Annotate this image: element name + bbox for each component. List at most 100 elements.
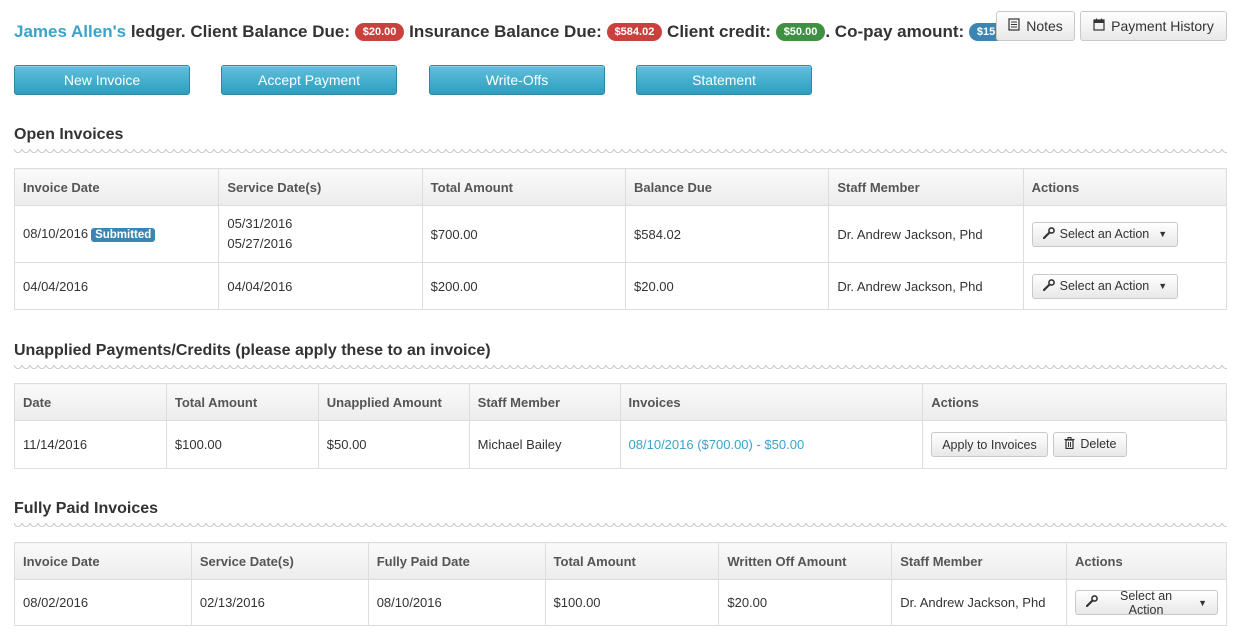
column-header[interactable]: Fully Paid Date: [367, 542, 546, 580]
notes-icon: [1008, 18, 1020, 34]
delete-button[interactable]: Delete: [1053, 431, 1128, 457]
fully-paid-title: Fully Paid Invoices: [14, 500, 159, 517]
section-divider: [14, 149, 1227, 155]
service-dates-cell: 04/04/2016: [218, 262, 423, 310]
caret-down-icon: ▼: [1158, 281, 1168, 291]
ledger-header: James Allen's ledger. Client Balance Due…: [14, 20, 1019, 46]
section-divider: [14, 523, 1227, 529]
wrench-icon: [1042, 226, 1055, 242]
fully-paid-table: Invoice Date Service Date(s) Fully Paid …: [14, 542, 1227, 626]
delete-label: Delete: [1080, 437, 1117, 452]
column-header[interactable]: Staff Member: [468, 383, 621, 421]
column-header: Actions: [1022, 168, 1228, 206]
open-invoices-table: Invoice Date Service Date(s) Total Amoun…: [13, 168, 1228, 310]
column-header[interactable]: Service Date(s): [218, 168, 423, 206]
client-balance-badge: $20.00: [354, 23, 405, 41]
select-action-label: Select an Action: [1059, 279, 1150, 293]
section-divider: [14, 365, 1227, 371]
history-label: Payment History: [1111, 18, 1214, 34]
select-action-button[interactable]: Select an Action ▼: [1031, 273, 1179, 299]
invoice-link[interactable]: 08/10/2016 ($700.00) - $50.00: [629, 437, 805, 452]
column-header[interactable]: Written Off Amount: [718, 542, 893, 580]
trash-icon: [1064, 436, 1075, 452]
balance-due-cell: $20.00: [624, 262, 830, 310]
staff-member-cell: Dr. Andrew Jackson, Phd: [828, 205, 1024, 263]
service-date: 05/31/2016: [227, 216, 293, 231]
total-amount-cell: $100.00: [165, 420, 319, 469]
table-header-row: Invoice Date Service Date(s) Total Amoun…: [13, 168, 1228, 206]
fully-paid-date-cell: 08/10/2016: [367, 579, 546, 626]
total-amount-cell: $200.00: [421, 262, 627, 310]
column-header[interactable]: Staff Member: [891, 542, 1068, 580]
select-action-button[interactable]: Select an Action ▼: [1031, 221, 1179, 247]
copay-label: . Co-pay amount:: [825, 22, 969, 41]
notes-button[interactable]: Notes: [996, 11, 1075, 41]
actions-cell: Select an Action ▼: [1022, 262, 1228, 310]
column-header[interactable]: Total Amount: [165, 383, 319, 421]
caret-down-icon: ▼: [1198, 597, 1207, 608]
invoice-date: 08/10/2016: [23, 226, 89, 241]
invoice-date-cell: 08/02/2016: [14, 579, 192, 626]
total-amount-cell: $100.00: [544, 579, 720, 626]
apply-to-invoices-button[interactable]: Apply to Invoices: [931, 432, 1048, 458]
wrench-icon: [1042, 278, 1055, 294]
statement-button[interactable]: Statement: [636, 65, 812, 95]
column-header[interactable]: Invoices: [619, 383, 924, 421]
client-name-link[interactable]: James Allen's: [14, 22, 126, 41]
table-header-row: Invoice Date Service Date(s) Fully Paid …: [14, 542, 1227, 580]
table-row: 04/04/2016 04/04/2016 $200.00 $20.00 Dr.…: [13, 262, 1228, 310]
accept-payment-button[interactable]: Accept Payment: [221, 65, 397, 95]
open-invoices-title: Open Invoices: [14, 126, 124, 143]
ledger-label: ledger. Client Balance Due:: [126, 22, 355, 41]
unapplied-title: Unapplied Payments/Credits (please apply…: [14, 342, 491, 359]
table-row: 08/10/2016 Submitted 05/31/2016 05/27/2016…: [13, 205, 1228, 263]
written-off-cell: $20.00: [718, 579, 893, 626]
column-header[interactable]: Invoice Date: [14, 542, 192, 580]
staff-member-cell: Dr. Andrew Jackson, Phd: [828, 262, 1024, 310]
actions-cell: Select an Action ▼: [1022, 205, 1228, 263]
calendar-icon: [1093, 18, 1105, 34]
select-action-button[interactable]: Select an Action ▼: [1075, 588, 1218, 617]
staff-member-cell: Michael Bailey: [468, 420, 621, 469]
table-row: 08/02/2016 02/13/2016 08/10/2016 $100.00…: [14, 579, 1227, 626]
column-header: Actions: [1066, 542, 1227, 580]
column-header[interactable]: Service Date(s): [190, 542, 369, 580]
insurance-label: Insurance Balance Due:: [404, 22, 607, 41]
select-action-label: Select an Action: [1119, 588, 1173, 617]
column-header[interactable]: Unapplied Amount: [317, 383, 470, 421]
ledger-summary: James Allen's ledger. Client Balance Due…: [14, 20, 1019, 44]
unapplied-table: Date Total Amount Unapplied Amount Staff…: [14, 383, 1227, 469]
status-badge: Submitted: [91, 228, 156, 242]
column-header[interactable]: Balance Due: [624, 168, 830, 206]
column-header[interactable]: Staff Member: [828, 168, 1024, 206]
credit-label: Client credit:: [662, 22, 776, 41]
insurance-balance-badge: $584.02: [606, 23, 663, 41]
column-header[interactable]: Total Amount: [544, 542, 720, 580]
client-credit-badge: $50.00: [775, 23, 826, 41]
balance-due-cell: $584.02: [624, 205, 830, 263]
staff-member-cell: Dr. Andrew Jackson, Phd: [891, 579, 1068, 626]
column-header[interactable]: Invoice Date: [13, 168, 220, 206]
table-header-row: Date Total Amount Unapplied Amount Staff…: [14, 383, 1227, 421]
write-offs-button[interactable]: Write-Offs: [429, 65, 605, 95]
caret-down-icon: ▼: [1158, 229, 1168, 239]
payment-history-button[interactable]: Payment History: [1080, 11, 1227, 41]
column-header[interactable]: Total Amount: [421, 168, 627, 206]
invoice-date-cell: 04/04/2016: [13, 262, 220, 310]
wrench-icon: [1085, 595, 1098, 610]
new-invoice-button[interactable]: New Invoice: [14, 65, 190, 95]
date-cell: 11/14/2016: [14, 420, 167, 469]
column-header: Actions: [922, 383, 1227, 421]
column-header[interactable]: Date: [14, 383, 167, 421]
total-amount-cell: $700.00: [421, 205, 627, 263]
actions-cell: Apply to Invoices Delete: [922, 420, 1227, 469]
service-dates-cell: 05/31/2016 05/27/2016: [218, 205, 423, 263]
invoices-cell: 08/10/2016 ($700.00) - $50.00: [619, 420, 924, 469]
service-date: 05/27/2016: [227, 236, 293, 251]
invoice-date-cell: 08/10/2016 Submitted: [13, 205, 220, 263]
table-row: 11/14/2016 $100.00 $50.00 Michael Bailey…: [14, 420, 1227, 469]
unapplied-amount-cell: $50.00: [317, 420, 470, 469]
notes-label: Notes: [1026, 18, 1063, 34]
service-date-cell: 02/13/2016: [190, 579, 369, 626]
actions-cell: Select an Action ▼: [1066, 579, 1227, 626]
